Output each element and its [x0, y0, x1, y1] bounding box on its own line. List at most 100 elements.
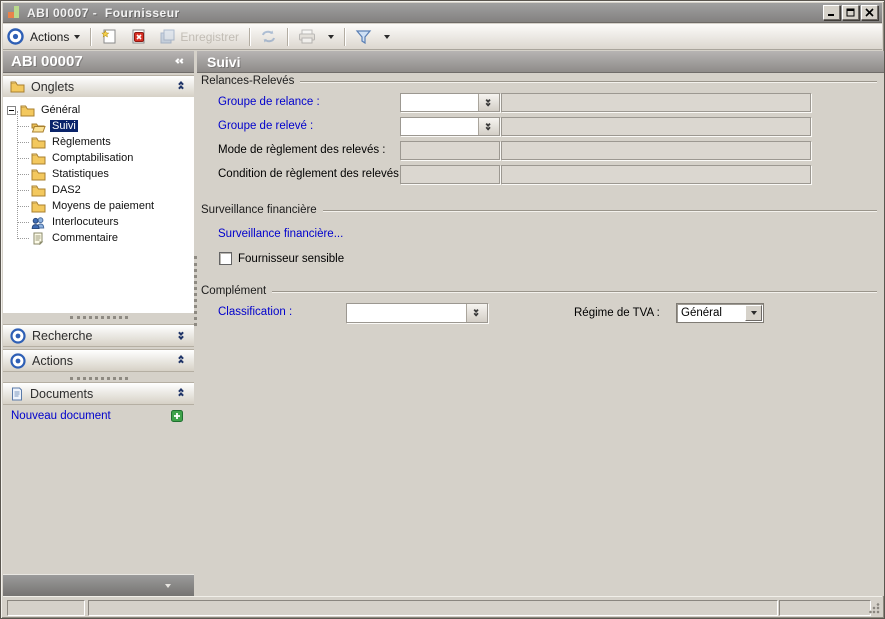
add-plus-icon[interactable] — [171, 409, 186, 422]
combo-open-button[interactable] — [466, 304, 487, 322]
section-label-actions: Actions — [32, 353, 73, 368]
section-header-recherche[interactable]: Recherche — [3, 324, 194, 347]
section-label-recherche: Recherche — [32, 328, 93, 343]
people-icon — [31, 216, 46, 229]
target-icon — [10, 327, 26, 344]
save-label: Enregistrer — [180, 29, 240, 44]
collapse-up-icon[interactable] — [177, 387, 187, 399]
sidebar-header: ABI 00007 — [3, 51, 194, 73]
filter-button[interactable] — [349, 27, 378, 46]
collapse-up-icon[interactable] — [177, 80, 187, 92]
double-chevron-down-icon — [485, 97, 494, 107]
page-title-bar: Suivi — [197, 51, 884, 73]
tree-item-suivi[interactable]: Suivi — [3, 118, 194, 134]
delete-record-button[interactable] — [124, 27, 153, 47]
group-complement: Complément — [201, 285, 877, 297]
page-title: Suivi — [207, 53, 241, 70]
regime-tva-label: Régime de TVA : — [574, 307, 660, 319]
sidebar-overflow-bar[interactable] — [3, 574, 194, 596]
save-button[interactable]: Enregistrer — [153, 27, 245, 46]
folder-icon — [31, 168, 46, 181]
tree-item-commentaire[interactable]: Commentaire — [3, 230, 194, 246]
regime-tva-select[interactable]: Général — [676, 303, 764, 323]
filter-funnel-icon — [355, 30, 372, 44]
note-icon — [31, 232, 46, 245]
printer-icon — [299, 29, 316, 44]
classification-label[interactable]: Classification : — [218, 306, 292, 318]
tree-item-label: Commentaire — [52, 232, 119, 244]
actions-menu-label: Actions — [30, 29, 70, 44]
actions-menu-button[interactable]: Actions — [24, 28, 86, 46]
sidebar: ABI 00007 Onglets Général Suivi Règlemen… — [3, 51, 194, 596]
maximize-button[interactable] — [842, 5, 859, 20]
collapse-up-icon[interactable] — [177, 354, 187, 366]
groupe-de-relance-combo[interactable] — [400, 93, 500, 112]
title-bar[interactable]: ABI 00007 - Fournisseur — [3, 3, 882, 23]
surveillance-financiere-link[interactable]: Surveillance financière... — [218, 228, 343, 240]
folder-icon — [31, 136, 46, 149]
splitter-handle[interactable] — [69, 377, 128, 380]
tree-item-moyens-de-paiement[interactable]: Moyens de paiement — [3, 198, 194, 214]
new-record-button[interactable] — [95, 27, 124, 47]
field-row: Condition de règlement des relevés : — [197, 165, 884, 184]
mode-reglement-description-field — [501, 141, 811, 160]
tree-item-label: DAS2 — [52, 184, 81, 196]
group-relances-releves: Relances-Relevés — [201, 75, 877, 87]
section-header-documents[interactable]: Documents — [3, 382, 194, 405]
tree-item-general[interactable]: Général — [3, 102, 194, 118]
splitter-handle[interactable] — [69, 316, 128, 319]
print-button[interactable] — [292, 27, 322, 46]
combo-open-button[interactable] — [478, 118, 499, 135]
double-chevron-down-icon — [473, 307, 482, 318]
chevron-down-icon — [74, 34, 81, 39]
field-row: Groupe de relevé : — [197, 117, 884, 136]
close-button[interactable] — [861, 5, 878, 20]
tree-item-reglements[interactable]: Règlements — [3, 134, 194, 150]
main-panel: Suivi Relances-Relevés Groupe de relance… — [197, 51, 884, 596]
combo-open-button[interactable] — [478, 94, 499, 111]
tree-item-interlocuteurs[interactable]: Interlocuteurs — [3, 214, 194, 230]
folder-icon — [31, 152, 46, 165]
status-panel-right — [779, 600, 871, 616]
folder-icon — [10, 80, 25, 93]
collapse-sidebar-icon[interactable] — [175, 57, 186, 67]
tree-item-comptabilisation[interactable]: Comptabilisation — [3, 150, 194, 166]
minimize-button[interactable] — [823, 5, 840, 20]
section-header-onglets[interactable]: Onglets — [3, 75, 194, 98]
tree-item-label: Statistiques — [52, 168, 109, 180]
select-open-button[interactable] — [745, 305, 762, 321]
new-document-link[interactable]: Nouveau document — [11, 410, 111, 422]
fournisseur-sensible-checkbox[interactable] — [219, 252, 232, 265]
sidebar-header-title: ABI 00007 — [11, 53, 83, 70]
resize-grip[interactable] — [869, 603, 880, 614]
tree-item-statistiques[interactable]: Statistiques — [3, 166, 194, 182]
tree-item-label: Moyens de paiement — [52, 200, 155, 212]
target-icon — [7, 28, 24, 45]
chevron-down-icon — [750, 311, 757, 315]
document-icon — [10, 387, 24, 401]
classification-combo[interactable] — [346, 303, 488, 323]
section-label-documents: Documents — [30, 386, 94, 401]
groupe-de-releve-description-field — [501, 117, 811, 136]
group-title: Surveillance financière — [201, 204, 317, 216]
print-options-button[interactable] — [322, 33, 340, 41]
refresh-button[interactable] — [254, 27, 283, 46]
tree-item-das2[interactable]: DAS2 — [3, 182, 194, 198]
groupe-de-relance-label[interactable]: Groupe de relance : — [218, 96, 320, 108]
group-rule — [322, 210, 877, 211]
groupe-de-releve-label[interactable]: Groupe de relevé : — [218, 120, 313, 132]
toolbar-separator — [287, 27, 289, 46]
groupe-de-releve-combo[interactable] — [400, 117, 500, 136]
folder-icon — [20, 104, 35, 117]
tree-item-label: Interlocuteurs — [52, 216, 119, 228]
groupe-de-relance-description-field — [501, 93, 811, 112]
toolbar-separator — [90, 27, 92, 46]
field-row: Groupe de relance : — [197, 93, 884, 112]
fournisseur-sensible-label: Fournisseur sensible — [238, 253, 345, 265]
select-value: Général — [681, 307, 722, 319]
filter-options-button[interactable] — [378, 33, 396, 41]
toolbar-separator — [344, 27, 346, 46]
section-header-actions[interactable]: Actions — [3, 349, 194, 372]
expand-down-icon[interactable] — [177, 329, 187, 341]
collapse-node-icon[interactable] — [7, 105, 16, 115]
